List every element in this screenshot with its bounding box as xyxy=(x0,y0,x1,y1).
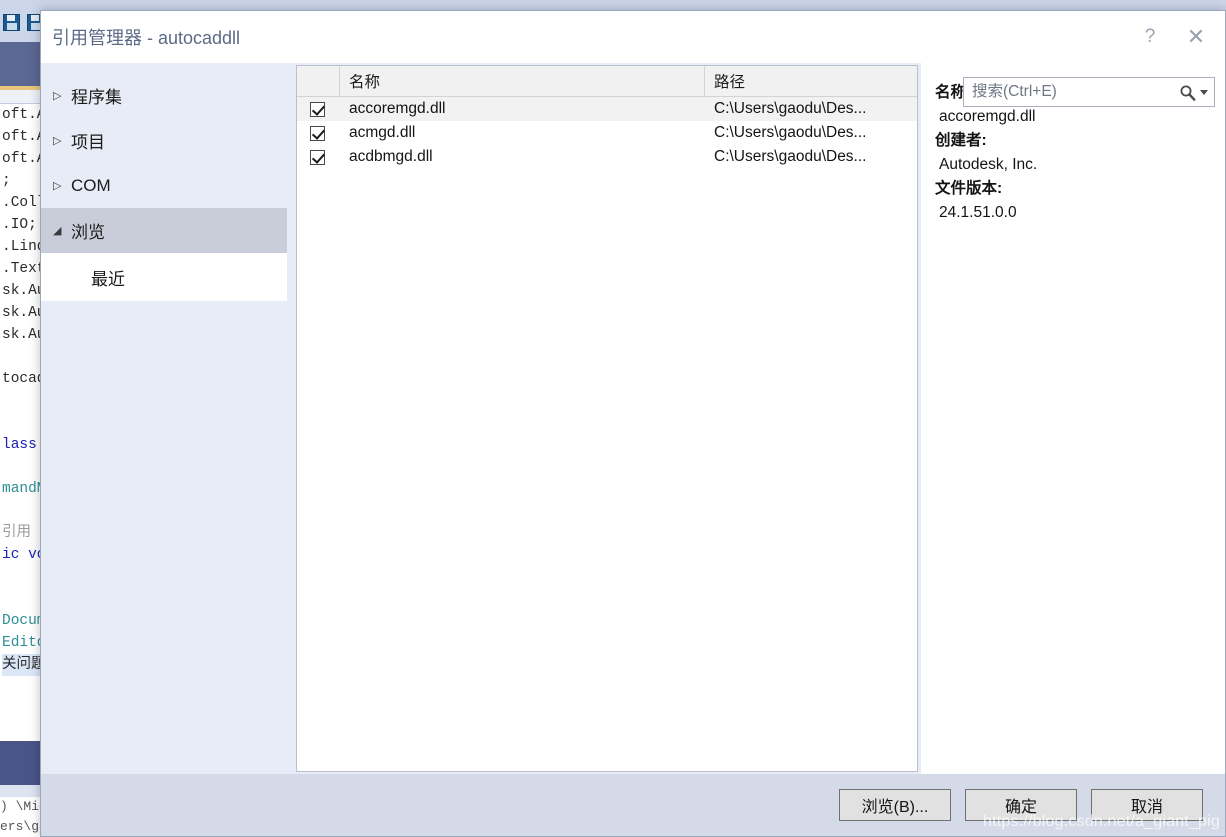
row-checkbox-cell[interactable] xyxy=(297,101,340,117)
help-icon[interactable]: ? xyxy=(1127,11,1173,63)
row-path: C:\Users\gaodu\Des... xyxy=(714,100,867,117)
sidebar-item-label: COM xyxy=(71,175,111,195)
checkbox-icon[interactable] xyxy=(310,149,325,165)
dialog-center: 名称 路径 accoremgd.dll C:\Users\gaodu\Des...… xyxy=(288,63,921,774)
search-icon[interactable] xyxy=(1179,84,1196,101)
chevron-down-icon[interactable] xyxy=(1200,89,1208,95)
reference-list-panel: 名称 路径 accoremgd.dll C:\Users\gaodu\Des...… xyxy=(296,65,918,772)
sidebar-item-recent[interactable]: 最近 xyxy=(41,253,287,301)
checkbox-icon[interactable] xyxy=(310,101,325,117)
checkbox-icon[interactable] xyxy=(310,125,325,141)
column-header-name[interactable]: 名称 xyxy=(340,66,705,96)
row-path: C:\Users\gaodu\Des... xyxy=(714,148,867,165)
sidebar-item-projects[interactable]: ▷ 项目 xyxy=(41,118,287,163)
reference-list-rows: accoremgd.dll C:\Users\gaodu\Des... acmgd.… xyxy=(297,97,917,771)
sidebar-item-label: 最近 xyxy=(91,269,125,289)
row-name: acmgd.dll xyxy=(349,124,416,141)
table-row[interactable]: acmgd.dll C:\Users\gaodu\Des... xyxy=(297,121,917,145)
chevron-down-icon: ◢ xyxy=(53,225,62,237)
table-row[interactable]: acdbmgd.dll C:\Users\gaodu\Des... xyxy=(297,145,917,169)
sidebar-item-assemblies[interactable]: ▷ 程序集 xyxy=(41,73,287,118)
row-name: accoremgd.dll xyxy=(349,100,446,117)
sidebar-item-com[interactable]: ▷ COM xyxy=(41,163,287,208)
details-panel: 名称: accoremgd.dll 创建者: Autodesk, Inc. 文件… xyxy=(921,63,1225,774)
chevron-right-icon: ▷ xyxy=(53,180,62,192)
sidebar-item-browse[interactable]: ◢ 浏览 xyxy=(41,208,287,253)
close-icon[interactable]: ✕ xyxy=(1173,11,1219,63)
cancel-button[interactable]: 取消 xyxy=(1091,789,1203,821)
detail-creator-label: 创建者: xyxy=(935,132,987,149)
chevron-right-icon: ▷ xyxy=(53,90,62,102)
detail-version-value: 24.1.51.0.0 xyxy=(939,204,1017,221)
row-name: acdbmgd.dll xyxy=(349,148,433,165)
detail-name-value: accoremgd.dll xyxy=(939,108,1036,125)
table-row[interactable]: accoremgd.dll C:\Users\gaodu\Des... xyxy=(297,97,917,121)
chevron-right-icon: ▷ xyxy=(53,135,62,147)
dialog-title: 引用管理器 - autocaddll xyxy=(52,28,241,48)
dialog-footer: 浏览(B)... 确定 取消 xyxy=(41,774,1225,836)
dialog-body: ▷ 程序集 ▷ 项目 ▷ COM ◢ 浏览 最近 名称 路径 accoremgd… xyxy=(41,63,1225,774)
save-icon[interactable] xyxy=(3,14,20,31)
list-header-row: 名称 路径 xyxy=(297,66,917,97)
search-box[interactable] xyxy=(963,77,1215,107)
detail-creator-value: Autodesk, Inc. xyxy=(939,156,1038,173)
row-checkbox-cell[interactable] xyxy=(297,125,340,141)
row-checkbox-cell[interactable] xyxy=(297,149,340,165)
sidebar-item-label: 项目 xyxy=(71,133,105,152)
reference-manager-dialog: 引用管理器 - autocaddll ? ✕ ▷ 程序集 ▷ 项目 ▷ COM … xyxy=(40,10,1226,837)
column-header-checkbox[interactable] xyxy=(297,66,340,96)
column-header-path[interactable]: 路径 xyxy=(705,66,917,96)
detail-version-label: 文件版本: xyxy=(935,180,1003,197)
dialog-sidebar: ▷ 程序集 ▷ 项目 ▷ COM ◢ 浏览 最近 xyxy=(41,63,288,774)
row-path: C:\Users\gaodu\Des... xyxy=(714,124,867,141)
ok-button[interactable]: 确定 xyxy=(965,789,1077,821)
dialog-title-bar: 引用管理器 - autocaddll ? ✕ xyxy=(41,11,1225,63)
browse-button[interactable]: 浏览(B)... xyxy=(839,789,951,821)
sidebar-item-label: 程序集 xyxy=(71,88,122,107)
search-input[interactable] xyxy=(972,83,1179,101)
sidebar-item-label: 浏览 xyxy=(71,223,105,242)
